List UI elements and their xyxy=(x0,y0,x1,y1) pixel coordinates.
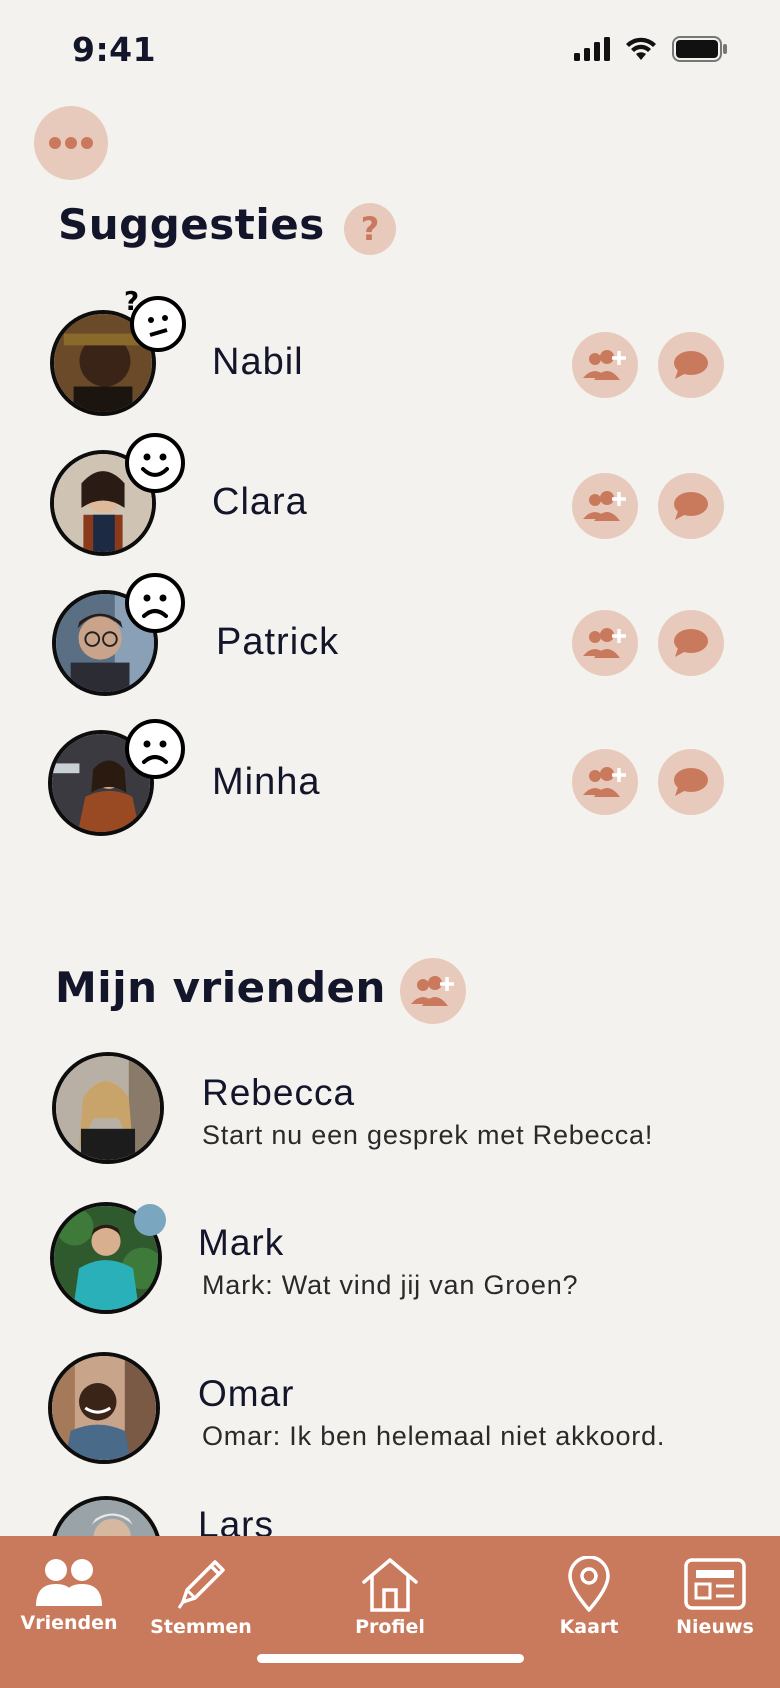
chat-bubble-icon xyxy=(674,492,708,520)
tab-nieuws[interactable]: Nieuws xyxy=(674,1556,756,1638)
house-icon xyxy=(362,1558,418,1612)
chat-button[interactable] xyxy=(658,332,724,398)
chat-button[interactable] xyxy=(658,749,724,815)
svg-text:?: ? xyxy=(124,290,139,317)
battery-icon xyxy=(672,36,727,62)
friend-last-message: Omar: Ik ben helemaal niet akkoord. xyxy=(202,1421,666,1451)
suggestion-name[interactable]: Clara xyxy=(212,481,308,524)
friend-name: Omar xyxy=(198,1373,295,1414)
tab-label: Kaart xyxy=(559,1616,619,1638)
people-icon xyxy=(36,1559,102,1606)
tab-kaart[interactable]: Kaart xyxy=(552,1556,626,1638)
newspaper-icon xyxy=(684,1558,746,1610)
status-icons xyxy=(574,36,728,62)
suggestion-name[interactable]: Patrick xyxy=(216,621,339,664)
chat-button[interactable] xyxy=(658,610,724,676)
tab-stemmen[interactable]: Stemmen xyxy=(150,1556,252,1638)
tab-vrienden[interactable]: Vrienden xyxy=(21,1556,118,1634)
add-friend-icon xyxy=(583,491,626,521)
sad-face-icon xyxy=(125,573,185,633)
home-indicator xyxy=(257,1654,524,1663)
tab-label: Nieuws xyxy=(676,1616,754,1638)
happy-face-icon xyxy=(125,433,185,493)
add-friend-button[interactable] xyxy=(572,473,638,539)
friend-name: Rebecca xyxy=(202,1072,356,1113)
chat-bubble-icon xyxy=(674,351,708,379)
signal-icon xyxy=(574,37,610,61)
suggestion-name[interactable]: Nabil xyxy=(212,341,304,384)
map-pin-icon xyxy=(568,1556,610,1612)
add-friend-button[interactable] xyxy=(572,749,638,815)
add-friend-button[interactable] xyxy=(400,958,466,1024)
add-friend-icon xyxy=(583,628,626,658)
tab-profiel[interactable]: Profiel xyxy=(350,1556,430,1638)
tab-label: Profiel xyxy=(355,1616,425,1638)
online-indicator xyxy=(134,1204,166,1236)
friend-last-message: Start nu een gesprek met Rebecca! xyxy=(202,1120,654,1150)
avatar[interactable] xyxy=(48,1352,160,1464)
status-time: 9:41 xyxy=(72,30,157,69)
add-friend-icon xyxy=(583,350,626,380)
add-friend-button[interactable] xyxy=(572,332,638,398)
friends-title: Mijn vrienden xyxy=(55,963,386,1012)
friend-last-message: Mark: Wat vind jij van Groen? xyxy=(202,1270,579,1300)
suggestions-title: Suggesties xyxy=(58,200,325,249)
more-options-button[interactable] xyxy=(34,106,108,180)
friend-name: Mark xyxy=(198,1222,285,1263)
tab-label: Stemmen xyxy=(150,1616,252,1638)
chat-bubble-icon xyxy=(674,768,708,796)
chat-bubble-icon xyxy=(674,629,708,657)
tab-label: Vrienden xyxy=(20,1612,118,1634)
add-friend-button[interactable] xyxy=(572,610,638,676)
add-friend-icon xyxy=(583,767,626,797)
pencil-icon xyxy=(177,1560,225,1609)
tab-bar: Vrienden Stemmen Profiel Kaart Nieuws xyxy=(0,1536,780,1688)
add-friend-icon xyxy=(411,976,454,1006)
wifi-icon xyxy=(626,37,656,60)
confused-face-icon: ? xyxy=(124,290,186,352)
help-button[interactable]: ? xyxy=(344,203,396,255)
avatar[interactable] xyxy=(52,1052,164,1164)
suggestion-name[interactable]: Minha xyxy=(212,761,321,804)
sad-face-icon xyxy=(125,719,185,779)
chat-button[interactable] xyxy=(658,473,724,539)
